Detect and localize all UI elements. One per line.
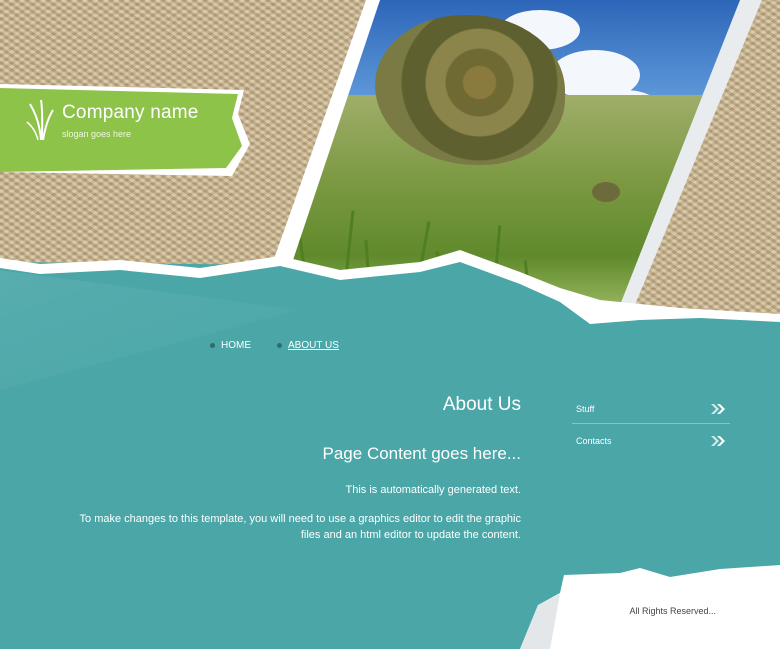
page-title: About Us xyxy=(442,394,521,415)
sidebar-item-stuff[interactable]: Stuff xyxy=(572,394,730,424)
sidebar-item-label[interactable]: Contacts xyxy=(576,436,612,446)
nav-item-about-us[interactable]: ABOUT US xyxy=(277,340,339,351)
company-name: Company name xyxy=(62,102,199,123)
sidebar-item-label[interactable]: Stuff xyxy=(576,404,594,414)
grass-logo-icon xyxy=(26,99,54,140)
nav-item-label[interactable]: HOME xyxy=(221,340,251,351)
content-paragraph: This is automatically generated text. xyxy=(345,484,521,496)
slogan: slogan goes here xyxy=(62,129,132,139)
main-nav: HOME ABOUT US xyxy=(210,340,365,351)
footer-copyright: All Rights Reserved... xyxy=(629,606,716,616)
double-chevron-right-icon xyxy=(711,435,725,446)
page: Company name slogan goes here HOME ABOUT… xyxy=(0,0,780,649)
nav-bullet-icon xyxy=(277,343,282,348)
hay-bale-distant xyxy=(592,182,620,202)
nav-bullet-icon xyxy=(210,343,215,348)
sidebar: Stuff Contacts xyxy=(572,394,730,455)
sidebar-item-contacts[interactable]: Contacts xyxy=(572,426,730,455)
content-heading: Page Content goes here... xyxy=(322,444,521,463)
content-paragraph: To make changes to this template, you wi… xyxy=(79,513,521,541)
nav-item-label[interactable]: ABOUT US xyxy=(288,340,339,351)
main-content: About Us Page Content goes here... This … xyxy=(61,394,521,543)
nav-item-home[interactable]: HOME xyxy=(210,340,251,351)
double-chevron-right-icon xyxy=(711,403,725,414)
